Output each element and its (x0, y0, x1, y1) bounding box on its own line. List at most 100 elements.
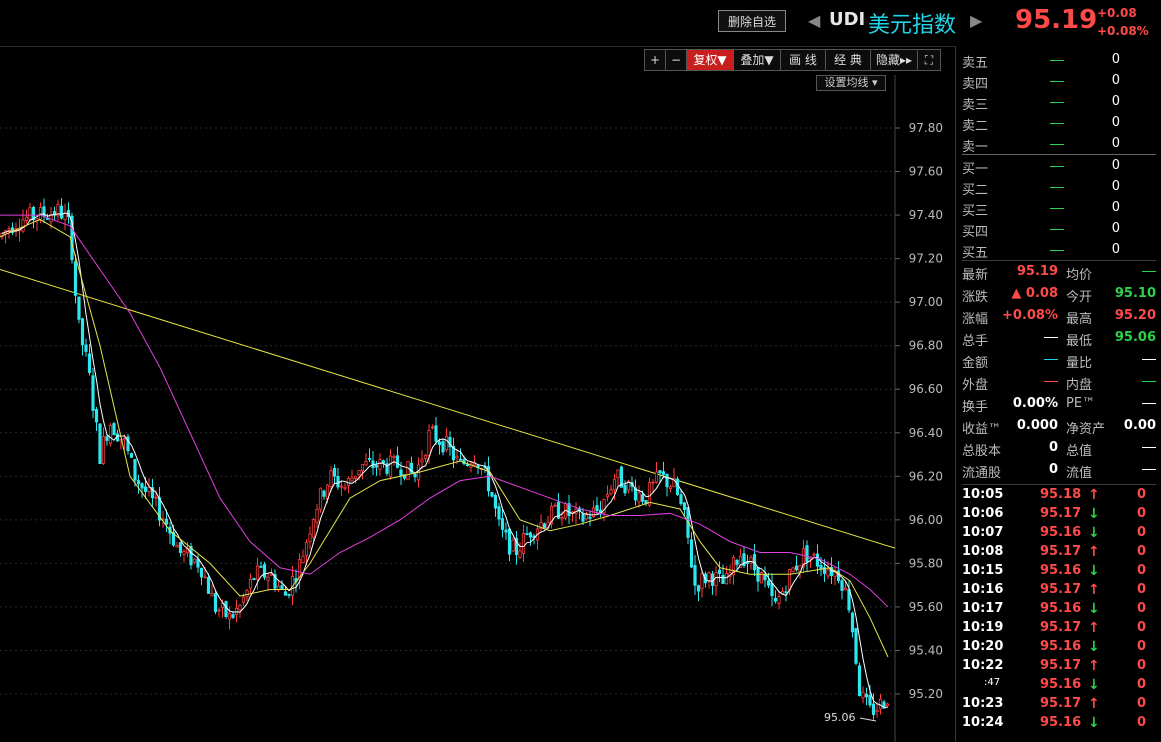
candle-body (94, 409, 99, 423)
stat-label: 总股本 (962, 444, 1002, 459)
trend-line (0, 269, 896, 549)
candle-body (465, 464, 470, 466)
prev-symbol-icon[interactable]: ◀ (808, 11, 820, 30)
candle-body (609, 489, 613, 495)
level-label: 买四 (962, 225, 989, 240)
candle-body (640, 494, 645, 502)
draw-line-button[interactable]: 画 线 (780, 49, 826, 71)
adjust-rights-dropdown[interactable]: 复权▼ (686, 49, 734, 71)
tick-row: 10:24 95.16 ↓ 0 (962, 715, 1158, 734)
low-marker: 95.06 (824, 711, 877, 724)
candle-body (693, 565, 697, 586)
candle-body (252, 578, 256, 580)
candle-body (553, 504, 557, 507)
stat-value: 0.000 (1016, 418, 1058, 433)
zoom-out-button[interactable]: − (665, 49, 687, 71)
classic-button[interactable]: 经 典 (825, 49, 871, 71)
stat-row: 总股本 0 总值 (962, 440, 1158, 462)
candle-body (444, 435, 449, 451)
price-dash (1050, 250, 1064, 251)
candle-body (360, 464, 365, 472)
y-tick-label: 97.40 (909, 208, 943, 222)
stat-label: 量比 (1066, 356, 1093, 371)
candle-body (175, 545, 179, 548)
candle-body (91, 375, 95, 411)
candle-body (80, 318, 85, 346)
stat-row: 最新 95.19 均价 (962, 264, 1158, 286)
zoom-in-button[interactable]: + (644, 49, 666, 71)
moving-averages (0, 212, 889, 708)
level-volume: 0 (1111, 242, 1120, 257)
arrow-down-icon: ↓ (1088, 677, 1100, 693)
tick-row: 10:16 95.17 ↑ 0 (962, 582, 1158, 601)
price-dash (1050, 187, 1064, 188)
candle-body (280, 585, 284, 589)
ask-row: 卖二 0 (962, 115, 1156, 136)
y-tick-label: 96.40 (909, 426, 943, 440)
candle-body (605, 494, 610, 498)
candle-body (241, 596, 246, 603)
candle-body (826, 569, 830, 577)
resistance-trend-line (0, 269, 896, 549)
price-dash (1050, 229, 1064, 230)
candle-body (420, 459, 424, 463)
stat-value: 95.10 (1114, 286, 1156, 301)
candle-body (700, 573, 704, 590)
candle-body (108, 425, 113, 444)
candle-body (21, 219, 25, 232)
kline-chart[interactable]: 97.80 97.60 97.40 97.20 97.00 96.80 96.60 96.40… (0, 75, 955, 742)
candle-body (504, 529, 508, 533)
next-symbol-icon[interactable]: ▶ (970, 11, 982, 30)
y-axis: 97.80 97.60 97.40 97.20 97.00 96.80 96.60 96.40… (895, 121, 943, 701)
stat-value (1142, 374, 1156, 389)
tick-volume: 0 (1136, 620, 1146, 635)
candle-body (112, 423, 116, 436)
ask-row: 卖三 0 (962, 94, 1156, 115)
bid-row: 买四 0 (962, 221, 1156, 242)
section-separator (962, 484, 1156, 485)
candle-body (77, 296, 81, 320)
tick-time: 10:23 (962, 696, 1004, 711)
stat-value (1044, 374, 1058, 389)
tick-row: 10:20 95.16 ↓ 0 (962, 639, 1158, 658)
stat-label: 内盘 (1066, 378, 1093, 393)
stat-label: 最高 (1066, 312, 1093, 327)
ask-row: 卖五 0 (962, 52, 1156, 73)
tick-volume: 0 (1136, 658, 1146, 673)
candle-body (318, 487, 323, 510)
stat-value: 95.06 (1114, 330, 1156, 345)
candle-body (399, 469, 403, 477)
candle-body (28, 207, 32, 220)
candle-body (381, 460, 386, 464)
ma-mid-line (0, 218, 889, 658)
candle-body (861, 691, 865, 699)
level-label: 买一 (962, 162, 989, 177)
chart-toolbar: + − 复权▼ 叠加▼ 画 线 经 典 隐藏▸▸ ⛶ (644, 49, 941, 71)
hide-panel-button[interactable]: 隐藏▸▸ (870, 49, 918, 71)
candle-body (885, 703, 890, 707)
candle-body (84, 344, 88, 352)
candle-body (217, 609, 221, 612)
price-dash (1050, 123, 1064, 124)
candle-body (675, 478, 680, 495)
delete-watchlist-button[interactable]: 删除自选 (718, 10, 786, 32)
candle-body (791, 567, 795, 573)
candle-body (343, 486, 347, 489)
level-volume: 0 (1111, 94, 1120, 109)
candle-body (332, 467, 337, 477)
stat-label: 外盘 (962, 378, 989, 393)
bid-row: 买一 0 (962, 158, 1156, 179)
candle-body (525, 533, 529, 535)
fullscreen-icon[interactable]: ⛶ (917, 49, 941, 71)
tick-price: 95.17 (1040, 658, 1082, 673)
tick-volume: 0 (1136, 582, 1146, 597)
price-dash (1050, 166, 1064, 167)
level-label: 买三 (962, 204, 989, 219)
level-label: 买五 (962, 246, 989, 261)
low-price-label: 95.06 (824, 711, 856, 724)
level-label: 卖一 (962, 140, 989, 155)
overlay-dropdown[interactable]: 叠加▼ (733, 49, 781, 71)
tick-row: 10:23 95.17 ↑ 0 (962, 696, 1158, 715)
candle-body (661, 471, 666, 475)
candle-body (255, 565, 260, 580)
